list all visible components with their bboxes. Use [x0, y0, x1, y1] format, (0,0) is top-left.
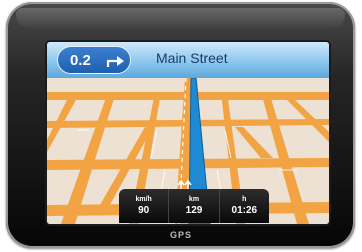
time-value: 01:26	[231, 205, 258, 216]
navigation-header: 0.2 Main Street	[47, 42, 329, 78]
turn-distance: 0.2	[70, 51, 91, 69]
gps-screen[interactable]: 0.2 Main Street km/h 90 km 129 h 01:26	[47, 42, 329, 224]
time-unit: h	[242, 196, 247, 203]
speed-value: 90	[138, 205, 150, 216]
gps-device: 0.2 Main Street km/h 90 km 129 h 01:26	[6, 2, 355, 248]
time-stat: h 01:26	[218, 189, 269, 223]
next-turn-indicator[interactable]: 0.2	[57, 46, 131, 74]
speed-stat: km/h 90	[119, 189, 168, 223]
speed-unit: km/h	[135, 196, 152, 203]
distance-stat: km 129	[168, 189, 218, 223]
distance-unit: km	[188, 196, 200, 203]
turn-right-icon	[106, 56, 124, 67]
bezel-highlight	[16, 8, 345, 30]
street-name: Main Street	[156, 50, 228, 66]
distance-value: 129	[185, 205, 203, 216]
trip-stats-panel: km/h 90 km 129 h 01:26	[119, 189, 269, 223]
device-brand-label: GPS	[169, 230, 192, 240]
